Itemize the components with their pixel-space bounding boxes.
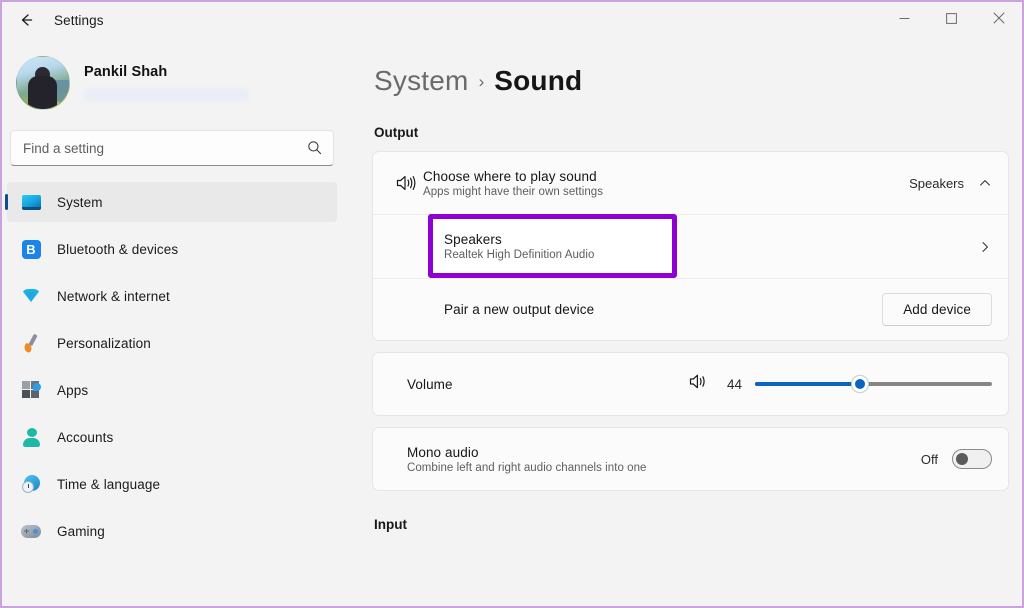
pair-new-output-device-title: Pair a new output device — [444, 302, 595, 317]
speaker-volume-icon — [389, 174, 423, 192]
window-controls — [881, 2, 1022, 38]
speaker-volume-icon[interactable] — [689, 373, 709, 395]
close-icon — [992, 11, 1005, 29]
sidebar-item-system[interactable]: System — [5, 182, 337, 222]
avatar — [16, 56, 70, 110]
selected-output-device-row[interactable]: Speakers Realtek High Definition Audio — [373, 214, 1008, 278]
account-email-redacted — [84, 87, 249, 102]
selected-output-device-subtitle: Realtek High Definition Audio — [444, 249, 595, 261]
mono-audio-right: Off — [921, 449, 992, 469]
account-icon — [21, 427, 41, 447]
selected-output-device-text: Speakers Realtek High Definition Audio — [444, 232, 594, 261]
account-text: Pankil Shah — [84, 64, 249, 102]
add-device-button[interactable]: Add device — [882, 293, 992, 326]
chevron-right-icon[interactable] — [978, 240, 992, 254]
close-button[interactable] — [975, 2, 1022, 38]
search-icon — [307, 140, 322, 160]
choose-output-device-row[interactable]: Choose where to play sound Apps might ha… — [373, 152, 1008, 214]
sidebar-item-gaming[interactable]: Gaming — [7, 511, 337, 551]
volume-slider-fill — [755, 382, 860, 386]
account-block[interactable]: Pankil Shah — [2, 38, 342, 122]
main-content: System › Sound Output Choose where to pl… — [342, 38, 1022, 606]
section-title-input: Input — [374, 517, 407, 532]
minimize-button[interactable] — [881, 2, 928, 38]
selected-output-device-right — [978, 240, 992, 254]
search-input[interactable] — [11, 131, 333, 165]
volume-text: Volume — [407, 377, 689, 392]
mono-audio-toggle-knob — [956, 453, 968, 465]
app-title: Settings — [54, 12, 104, 28]
settings-window: Settings Pankil Shah Find a setting Syst… — [0, 0, 1024, 608]
volume-row: Volume 44 — [373, 353, 1008, 415]
breadcrumb: System › Sound — [374, 65, 1006, 97]
choose-output-device-subtitle: Apps might have their own settings — [423, 185, 604, 198]
choose-output-device-right: Speakers — [909, 176, 992, 191]
sidebar-item-apps[interactable]: Apps — [7, 370, 337, 410]
selected-output-device-wrap: Speakers Realtek High Definition Audio — [428, 214, 677, 278]
mono-audio-state-label: Off — [920, 451, 938, 467]
mono-audio-row: Mono audio Combine left and right audio … — [373, 428, 1008, 490]
wifi-icon — [21, 286, 41, 306]
apps-icon — [21, 380, 41, 400]
account-name: Pankil Shah — [84, 64, 168, 80]
sidebar-item-label: Gaming — [57, 523, 105, 539]
choose-output-device-title: Choose where to play sound — [423, 168, 597, 184]
volume-value: 44 — [726, 376, 742, 392]
sidebar-item-accounts[interactable]: Accounts — [7, 417, 337, 457]
pair-new-output-device-row: Pair a new output device Add device — [373, 278, 1008, 340]
sidebar-item-label: Apps — [57, 382, 89, 398]
sidebar-item-label: Accounts — [57, 429, 114, 445]
volume-title: Volume — [407, 376, 453, 392]
volume-card: Volume 44 — [372, 352, 1009, 416]
page-title: Sound — [494, 65, 583, 96]
pair-new-output-device-right: Add device — [882, 293, 992, 326]
maximize-icon — [946, 11, 957, 29]
mono-audio-card: Mono audio Combine left and right audio … — [372, 427, 1009, 491]
sidebar-item-bluetooth-devices[interactable]: B Bluetooth & devices — [7, 229, 337, 269]
mono-audio-toggle[interactable] — [952, 449, 992, 469]
title-bar: Settings — [2, 2, 1022, 38]
bluetooth-icon: B — [21, 239, 41, 259]
sidebar-nav: System B Bluetooth & devices Network & i… — [2, 182, 342, 551]
pair-new-output-device-text: Pair a new output device — [444, 302, 882, 317]
back-button[interactable] — [6, 4, 46, 36]
chevron-up-icon[interactable] — [978, 176, 992, 190]
sidebar-item-personalization[interactable]: Personalization — [7, 323, 337, 363]
sidebar-item-label: Network & internet — [57, 288, 170, 304]
mono-audio-text: Mono audio Combine left and right audio … — [407, 445, 921, 474]
gamepad-icon — [21, 521, 41, 541]
breadcrumb-parent[interactable]: System — [374, 65, 469, 97]
paintbrush-icon — [21, 333, 41, 354]
sidebar-item-label: System — [57, 194, 103, 210]
mono-audio-subtitle: Combine left and right audio channels in… — [407, 461, 647, 474]
volume-slider-thumb[interactable] — [851, 375, 870, 393]
sidebar-item-network-internet[interactable]: Network & internet — [7, 276, 337, 316]
sidebar-item-label: Time & language — [57, 476, 161, 492]
sidebar-item-label: Bluetooth & devices — [57, 241, 179, 257]
output-card: Choose where to play sound Apps might ha… — [372, 151, 1009, 341]
section-title-output: Output — [374, 125, 419, 140]
sidebar-item-time-language[interactable]: Time & language — [7, 464, 337, 504]
clock-globe-icon — [21, 474, 41, 494]
volume-control: 44 — [689, 373, 992, 395]
breadcrumb-separator-icon: › — [478, 72, 485, 91]
back-arrow-icon — [17, 11, 35, 29]
minimize-icon — [899, 11, 910, 29]
choose-output-device-value: Speakers — [909, 175, 964, 191]
choose-output-device-text: Choose where to play sound Apps might ha… — [423, 169, 909, 198]
search-box[interactable] — [10, 130, 334, 166]
maximize-button[interactable] — [928, 2, 975, 38]
sidebar-item-label: Personalization — [57, 335, 151, 351]
mono-audio-title: Mono audio — [407, 444, 479, 460]
selected-output-device-title: Speakers — [444, 232, 502, 247]
sidebar: Pankil Shah System B Bluetooth & devices — [2, 38, 342, 606]
volume-slider[interactable] — [755, 375, 992, 393]
system-icon — [21, 192, 41, 212]
